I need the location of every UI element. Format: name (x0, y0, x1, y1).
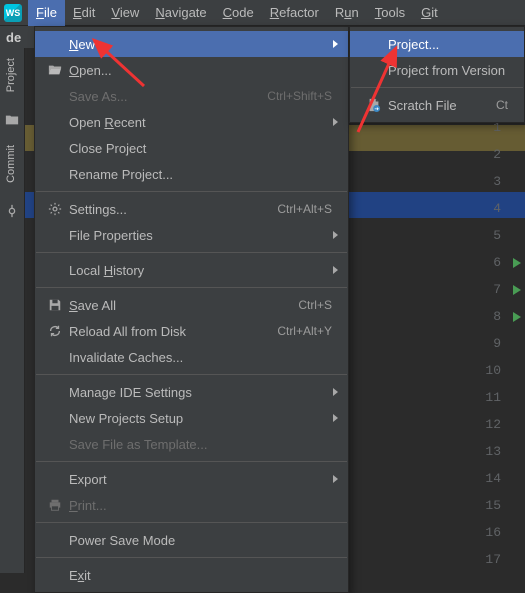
menu-file[interactable]: File (28, 0, 65, 26)
gutter-line[interactable]: 3 (465, 168, 525, 195)
gutter-line[interactable]: 10 (465, 357, 525, 384)
gutter-line[interactable]: 5 (465, 222, 525, 249)
menu-navigate[interactable]: Navigate (147, 0, 214, 26)
submenu-arrow-icon (333, 118, 338, 126)
menu-new-project[interactable]: Project... (350, 31, 524, 57)
submenu-arrow-icon (333, 40, 338, 48)
menu-local-history[interactable]: Local History (35, 257, 348, 283)
menu-manage-ide[interactable]: Manage IDE Settings (35, 379, 348, 405)
menu-code[interactable]: Code (215, 0, 262, 26)
menu-save-template: Save File as Template... (35, 431, 348, 457)
menu-project-from-vcs[interactable]: Project from Version (350, 57, 524, 83)
gutter-line[interactable]: 17 (465, 546, 525, 573)
menu-save-all[interactable]: Save All Ctrl+S (35, 292, 348, 318)
nav-text: de (6, 30, 21, 45)
menu-rename-project[interactable]: Rename Project... (35, 161, 348, 187)
gutter-line[interactable]: 7 (465, 276, 525, 303)
gutter-line[interactable]: 9 (465, 330, 525, 357)
menu-view[interactable]: View (103, 0, 147, 26)
gutter-line[interactable]: 15 (465, 492, 525, 519)
submenu-arrow-icon (333, 388, 338, 396)
submenu-arrow-icon (333, 414, 338, 422)
svg-text:➜: ➜ (374, 106, 378, 112)
separator (36, 252, 347, 253)
menu-new[interactable]: New (35, 31, 348, 57)
separator (36, 557, 347, 558)
reload-icon (45, 324, 65, 338)
menu-reload[interactable]: Reload All from Disk Ctrl+Alt+Y (35, 318, 348, 344)
file-menu-dropdown: New Open... Save As... Ctrl+Shift+S Open… (34, 26, 349, 593)
tool-strip: Project Commit (0, 48, 25, 573)
menu-print: Print... (35, 492, 348, 518)
menu-open[interactable]: Open... (35, 57, 348, 83)
gutter-line[interactable]: 8 (465, 303, 525, 330)
menu-git[interactable]: Git (413, 0, 446, 26)
separator (36, 191, 347, 192)
menu-settings[interactable]: Settings... Ctrl+Alt+S (35, 196, 348, 222)
menu-scratch-file[interactable]: ➜ Scratch File Ct (350, 92, 524, 118)
gutter-line[interactable]: 6 (465, 249, 525, 276)
menu-close-project[interactable]: Close Project (35, 135, 348, 161)
print-icon (45, 498, 65, 512)
gutter-line[interactable]: 16 (465, 519, 525, 546)
menu-open-recent[interactable]: Open Recent (35, 109, 348, 135)
menu-save-as: Save As... Ctrl+Shift+S (35, 83, 348, 109)
menu-edit[interactable]: Edit (65, 0, 103, 26)
run-gutter-icon[interactable] (513, 312, 521, 322)
gutter-line[interactable]: 12 (465, 411, 525, 438)
tool-commit[interactable]: Commit (5, 145, 17, 183)
submenu-arrow-icon (333, 475, 338, 483)
separator (36, 374, 347, 375)
gear-icon (45, 202, 65, 216)
scratch-file-icon: ➜ (364, 98, 384, 112)
submenu-arrow-icon (333, 231, 338, 239)
gutter-line[interactable]: 4 (465, 195, 525, 222)
gutter-line[interactable]: 14 (465, 465, 525, 492)
menu-invalidate[interactable]: Invalidate Caches... (35, 344, 348, 370)
separator (36, 522, 347, 523)
run-gutter-icon[interactable] (513, 258, 521, 268)
separator (36, 461, 347, 462)
gutter-line[interactable]: 11 (465, 384, 525, 411)
commit-icon (5, 204, 19, 218)
menu-file-properties[interactable]: File Properties (35, 222, 348, 248)
folder-icon (5, 113, 19, 127)
menu-power-save[interactable]: Power Save Mode (35, 527, 348, 553)
menu-new-projects-setup[interactable]: New Projects Setup (35, 405, 348, 431)
menubar: WS File Edit View Navigate Code Refactor… (0, 0, 525, 26)
gutter-line[interactable]: 13 (465, 438, 525, 465)
menu-export[interactable]: Export (35, 466, 348, 492)
save-icon (45, 298, 65, 312)
new-submenu: Project... Project from Version ➜ Scratc… (349, 26, 525, 123)
run-gutter-icon[interactable] (513, 285, 521, 295)
menu-run[interactable]: Run (327, 0, 367, 26)
tool-project[interactable]: Project (5, 58, 17, 92)
editor-gutter: 1234567891011121314151617 (465, 114, 525, 573)
separator (36, 287, 347, 288)
separator (351, 87, 523, 88)
app-icon: WS (4, 4, 22, 22)
folder-open-icon (45, 63, 65, 77)
menu-exit[interactable]: Exit (35, 562, 348, 588)
menu-tools[interactable]: Tools (367, 0, 413, 26)
menu-refactor[interactable]: Refactor (262, 0, 327, 26)
submenu-arrow-icon (333, 266, 338, 274)
gutter-line[interactable]: 2 (465, 141, 525, 168)
